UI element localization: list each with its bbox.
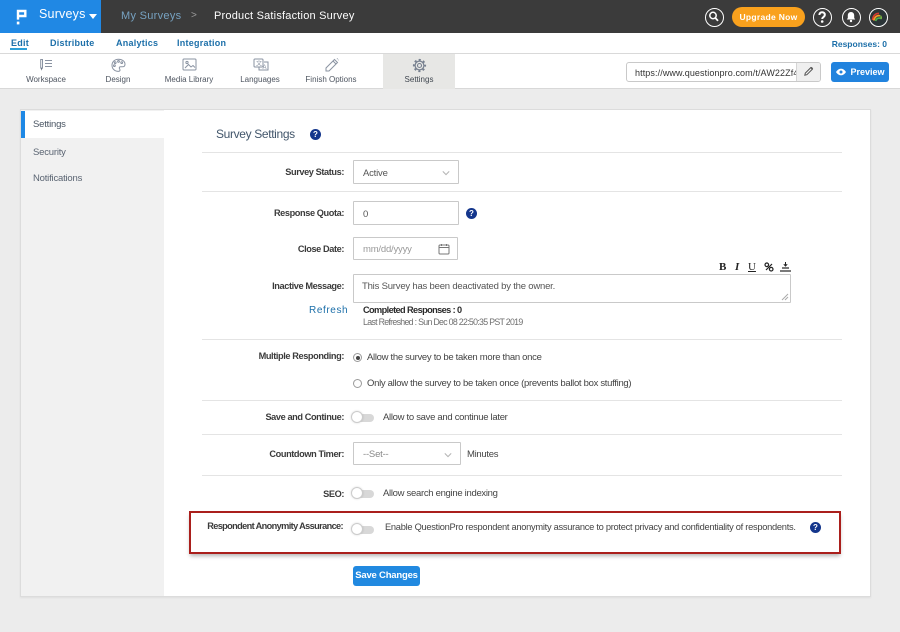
svg-text:A: A: [263, 65, 267, 71]
svg-text:文: 文: [256, 60, 262, 68]
